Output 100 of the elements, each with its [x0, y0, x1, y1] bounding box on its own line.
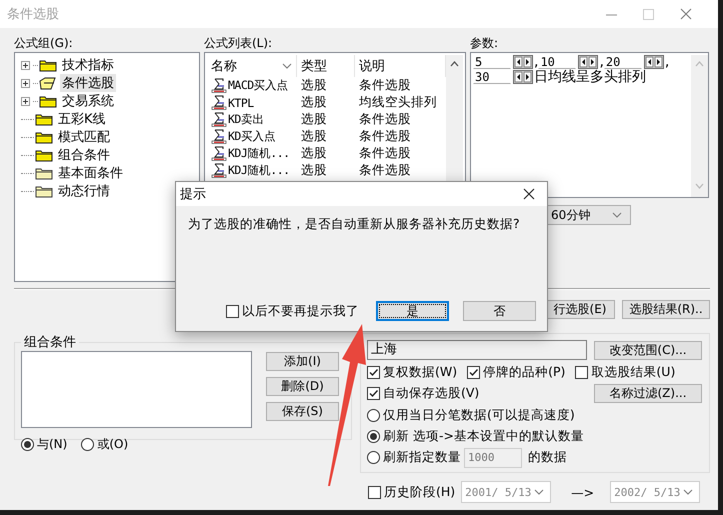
checkbox-option[interactable]: 复权数据(W)	[367, 364, 458, 381]
expand-icon[interactable]	[21, 60, 30, 70]
table-cell: 条件选股	[359, 162, 411, 179]
check-icon	[468, 367, 480, 378]
table-cell: MACD买入点	[228, 78, 288, 93]
radio-label: 刷新指定数量	[383, 449, 461, 466]
scroll-up-icon[interactable]	[450, 61, 459, 67]
range-button[interactable]: 改变范围(C)...	[594, 340, 702, 360]
panel-label: 公式组(G):	[14, 36, 74, 52]
radio-button[interactable]	[367, 409, 380, 422]
date-picker[interactable]: 2001/ 5/13	[461, 481, 552, 503]
action-button[interactable]: 行选股(E)	[545, 300, 615, 319]
side-button[interactable]: 保存(S)	[266, 402, 339, 421]
dialog-button[interactable]: 否	[463, 301, 536, 321]
table-cell: KDJ随机...	[228, 146, 290, 161]
checkbox[interactable]	[367, 387, 380, 400]
tree-item[interactable]: 基本面条件	[56, 164, 125, 182]
check-icon	[368, 367, 379, 378]
expand-icon[interactable]	[21, 96, 30, 106]
parameter-field[interactable]: 5	[473, 55, 511, 69]
side-button[interactable]: 删除(D)	[266, 377, 339, 396]
tree-item[interactable]: 条件选股	[60, 74, 116, 92]
chevron-down-icon	[534, 489, 544, 495]
spin-buttons[interactable]	[513, 70, 533, 84]
formula-icon	[211, 146, 227, 161]
radio-button[interactable]	[21, 438, 34, 451]
window-title: 条件选股	[7, 6, 60, 23]
side-button[interactable]: 添加(I)	[266, 352, 339, 371]
checkbox-label: 停牌的品种(P)	[483, 364, 566, 381]
radio-option[interactable]: 刷新指定数量	[367, 449, 461, 466]
table-cell: KDJ随机...	[228, 163, 290, 178]
table-cell: 选股	[301, 77, 327, 94]
checkbox-label: 复权数据(W)	[383, 364, 458, 381]
checkbox[interactable]	[575, 366, 588, 379]
radio-button[interactable]	[367, 430, 380, 443]
tree-item[interactable]: 交易系统	[60, 92, 116, 110]
table-cell: 均线空头排列	[359, 94, 437, 111]
folder-icon	[35, 184, 53, 198]
radio-button[interactable]	[81, 438, 94, 451]
tree-item[interactable]: 组合条件	[56, 146, 112, 164]
table-cell: 条件选股	[359, 128, 411, 145]
tree-item[interactable]: 模式匹配	[56, 128, 112, 146]
date-picker[interactable]: 2002/ 5/13	[610, 481, 700, 503]
dialog-button[interactable]: 是	[376, 301, 449, 321]
dialog-message: 为了选股的准确性，是否自动重新从服务器补充历史数据?	[187, 215, 521, 233]
group-title: 组合条件	[23, 334, 77, 351]
formula-icon	[211, 163, 227, 178]
column-header[interactable]: 名称	[207, 55, 297, 77]
chevron-down-icon	[683, 489, 694, 495]
header-label: 类型	[301, 58, 327, 76]
panel-label: 公式列表(L):	[204, 36, 274, 52]
folder-icon	[35, 166, 53, 180]
market-field[interactable]: 上海	[367, 340, 587, 360]
parameter-field[interactable]: 10	[538, 55, 576, 69]
expand-icon[interactable]	[21, 78, 30, 88]
spin-buttons[interactable]	[644, 55, 664, 69]
radio-option[interactable]: 或(O)	[81, 436, 128, 453]
table-cell: 条件选股	[359, 111, 411, 128]
radio-button[interactable]	[367, 451, 380, 464]
table-cell: 选股	[301, 128, 327, 145]
tree-item[interactable]: 技术指标	[60, 56, 116, 74]
formula-icon	[211, 129, 227, 144]
spin-buttons[interactable]	[513, 55, 533, 69]
checkbox[interactable]	[368, 486, 381, 498]
parameter-text: ,	[534, 55, 538, 69]
action-button[interactable]: 选股结果(R)..	[622, 300, 710, 319]
table-cell: 条件选股	[359, 145, 411, 162]
count-field[interactable]: 1000	[464, 448, 522, 468]
filter-button[interactable]: 名称过滤(Z)...	[594, 384, 702, 403]
formula-icon	[211, 78, 227, 93]
tree-item[interactable]: 五彩K线	[56, 110, 108, 128]
folder-icon	[39, 94, 57, 108]
condition-list[interactable]	[21, 351, 252, 428]
folder-icon	[35, 130, 53, 144]
period-dropdown[interactable]: 60分钟	[547, 205, 631, 225]
check-icon	[368, 388, 379, 399]
parameter-field[interactable]: 30	[473, 70, 511, 84]
tree-item[interactable]: 动态行情	[56, 182, 112, 200]
table-cell: KD买入点	[228, 129, 276, 144]
checkbox-option[interactable]: 历史阶段(H)	[368, 484, 456, 500]
radio-option[interactable]: 与(N)	[21, 436, 68, 453]
folder-icon	[39, 58, 57, 72]
checkbox[interactable]	[467, 366, 480, 379]
checkbox-label: 历史阶段(H)	[384, 484, 456, 500]
checkbox[interactable]	[226, 304, 239, 318]
column-header[interactable]: 类型	[297, 55, 355, 77]
checkbox[interactable]	[367, 366, 380, 379]
parameter-field[interactable]: 20	[604, 55, 642, 69]
header-label: 说明	[359, 58, 385, 76]
parameter-text: 日均线呈多头排列	[534, 70, 646, 84]
close-icon[interactable]	[523, 188, 535, 200]
formula-icon	[211, 112, 227, 127]
checkbox-label: 取选股结果(U)	[591, 364, 676, 381]
spin-buttons[interactable]	[578, 55, 598, 69]
radio-label: 或(O)	[97, 436, 128, 453]
checkbox-option[interactable]: 取选股结果(U)	[575, 364, 676, 381]
header-label: 名称	[211, 58, 237, 76]
folder-icon	[35, 112, 53, 126]
chevron-down-icon	[282, 63, 292, 69]
checkbox-option[interactable]: 停牌的品种(P)	[467, 364, 566, 381]
